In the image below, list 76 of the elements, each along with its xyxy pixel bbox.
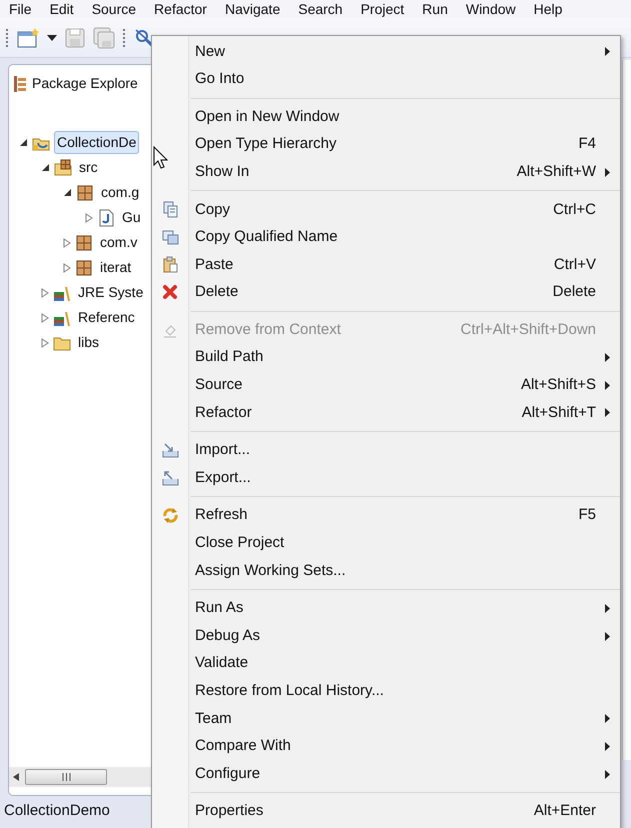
package-tree-icon xyxy=(13,76,27,92)
status-text: CollectionDemo xyxy=(4,800,110,821)
java-file-icon xyxy=(97,208,115,226)
expanded-triangle-icon[interactable] xyxy=(19,138,28,147)
menu-item[interactable]: Go Into xyxy=(152,66,620,94)
save-all-icon[interactable] xyxy=(93,26,115,48)
menu-item[interactable]: Properties Alt+Enter xyxy=(152,798,620,826)
collapsed-triangle-icon[interactable] xyxy=(63,262,71,272)
menu-item[interactable]: Close Project xyxy=(152,530,620,558)
menu-item[interactable]: Debug As xyxy=(152,622,620,650)
menu-item[interactable]: Run As xyxy=(152,594,620,622)
menu-item[interactable]: Source Alt+Shift+S xyxy=(152,372,620,400)
menu-item[interactable]: Refactor Alt+Shift+T xyxy=(152,399,620,427)
tree-item[interactable]: Gu xyxy=(119,206,144,229)
menu-item[interactable]: Compare With xyxy=(152,732,620,760)
new-window-icon[interactable] xyxy=(17,28,39,48)
menu-item[interactable]: Paste Ctrl+V xyxy=(152,251,620,279)
tree-item[interactable]: CollectionDe xyxy=(54,131,140,154)
menu-item[interactable]: Import... xyxy=(152,436,620,464)
tree-item[interactable]: com.v xyxy=(97,231,140,254)
collapsed-triangle-icon[interactable] xyxy=(41,338,49,348)
menu-item[interactable]: File xyxy=(0,2,41,16)
menu-item[interactable]: Validate xyxy=(152,650,620,678)
menu-item[interactable]: Window xyxy=(456,2,525,16)
collapsed-triangle-icon[interactable] xyxy=(63,238,71,248)
menu-item[interactable]: Export... xyxy=(152,464,620,492)
save-icon[interactable] xyxy=(65,28,85,48)
menu-item[interactable]: Help xyxy=(524,2,572,16)
menu-item[interactable]: Open in New Window xyxy=(152,103,620,131)
caret-icon[interactable] xyxy=(47,34,57,40)
tree-item[interactable]: iterat xyxy=(97,256,134,279)
package-icon xyxy=(75,234,93,252)
menu-item[interactable]: Refactor xyxy=(145,2,216,16)
tree-item[interactable]: src xyxy=(76,156,101,179)
menu-item[interactable]: Open Type Hierarchy F4 xyxy=(152,130,620,158)
menu-item[interactable]: Search xyxy=(289,2,352,16)
source-folder-icon xyxy=(54,158,72,176)
menu-item[interactable]: Build Path xyxy=(152,344,620,372)
tray-arrow-icon xyxy=(162,442,179,460)
menu-item[interactable]: Project xyxy=(352,2,414,16)
menu-item[interactable]: Assign Working Sets... xyxy=(152,557,620,585)
menu-item[interactable]: Configure xyxy=(152,760,620,788)
tree-item[interactable]: com.g xyxy=(98,181,142,204)
collapsed-triangle-icon[interactable] xyxy=(41,288,49,298)
expanded-triangle-icon[interactable] xyxy=(41,163,50,172)
menu-item[interactable]: New xyxy=(152,38,620,66)
menu-item[interactable]: Run xyxy=(413,2,457,16)
menu-item[interactable]: Source xyxy=(82,2,146,16)
package-icon xyxy=(75,258,93,276)
mouse-cursor-icon xyxy=(153,146,169,170)
scrollbar-thumb[interactable] xyxy=(25,769,107,785)
expanded-triangle-icon[interactable] xyxy=(63,188,72,197)
menu-item[interactable]: Navigate xyxy=(216,2,290,16)
menu-item[interactable]: Show In Alt+Shift+W xyxy=(152,158,620,186)
menu-item[interactable]: Copy Qualified Name xyxy=(152,224,620,252)
copy-icon xyxy=(162,228,179,246)
view-tab-title[interactable]: Package Explore xyxy=(32,73,138,94)
copy-icon xyxy=(162,201,179,218)
menu-item[interactable]: Copy Ctrl+C xyxy=(152,196,620,224)
menu-item[interactable]: Refresh F5 xyxy=(152,502,620,530)
package-icon xyxy=(76,184,94,202)
scroll-left-arrow-icon[interactable] xyxy=(13,773,19,781)
tree-item[interactable]: JRE Syste xyxy=(75,281,146,304)
refresh-arrows-icon xyxy=(162,507,179,524)
menu-item[interactable]: Team xyxy=(152,705,620,733)
menu-item[interactable]: Edit xyxy=(40,2,83,16)
collapsed-triangle-icon[interactable] xyxy=(85,212,93,222)
tray-arrow-icon xyxy=(162,470,179,487)
menu-item[interactable]: Restore from Local History... xyxy=(152,677,620,706)
collapsed-triangle-icon[interactable] xyxy=(41,312,49,322)
menu-item[interactable]: Delete Delete xyxy=(152,278,620,306)
grip-icon xyxy=(62,773,70,781)
delete-x-icon xyxy=(162,284,179,302)
tree-item[interactable]: Referenc xyxy=(75,306,138,329)
clipboard-icon xyxy=(162,256,179,274)
tree-item[interactable]: libs xyxy=(75,331,102,354)
